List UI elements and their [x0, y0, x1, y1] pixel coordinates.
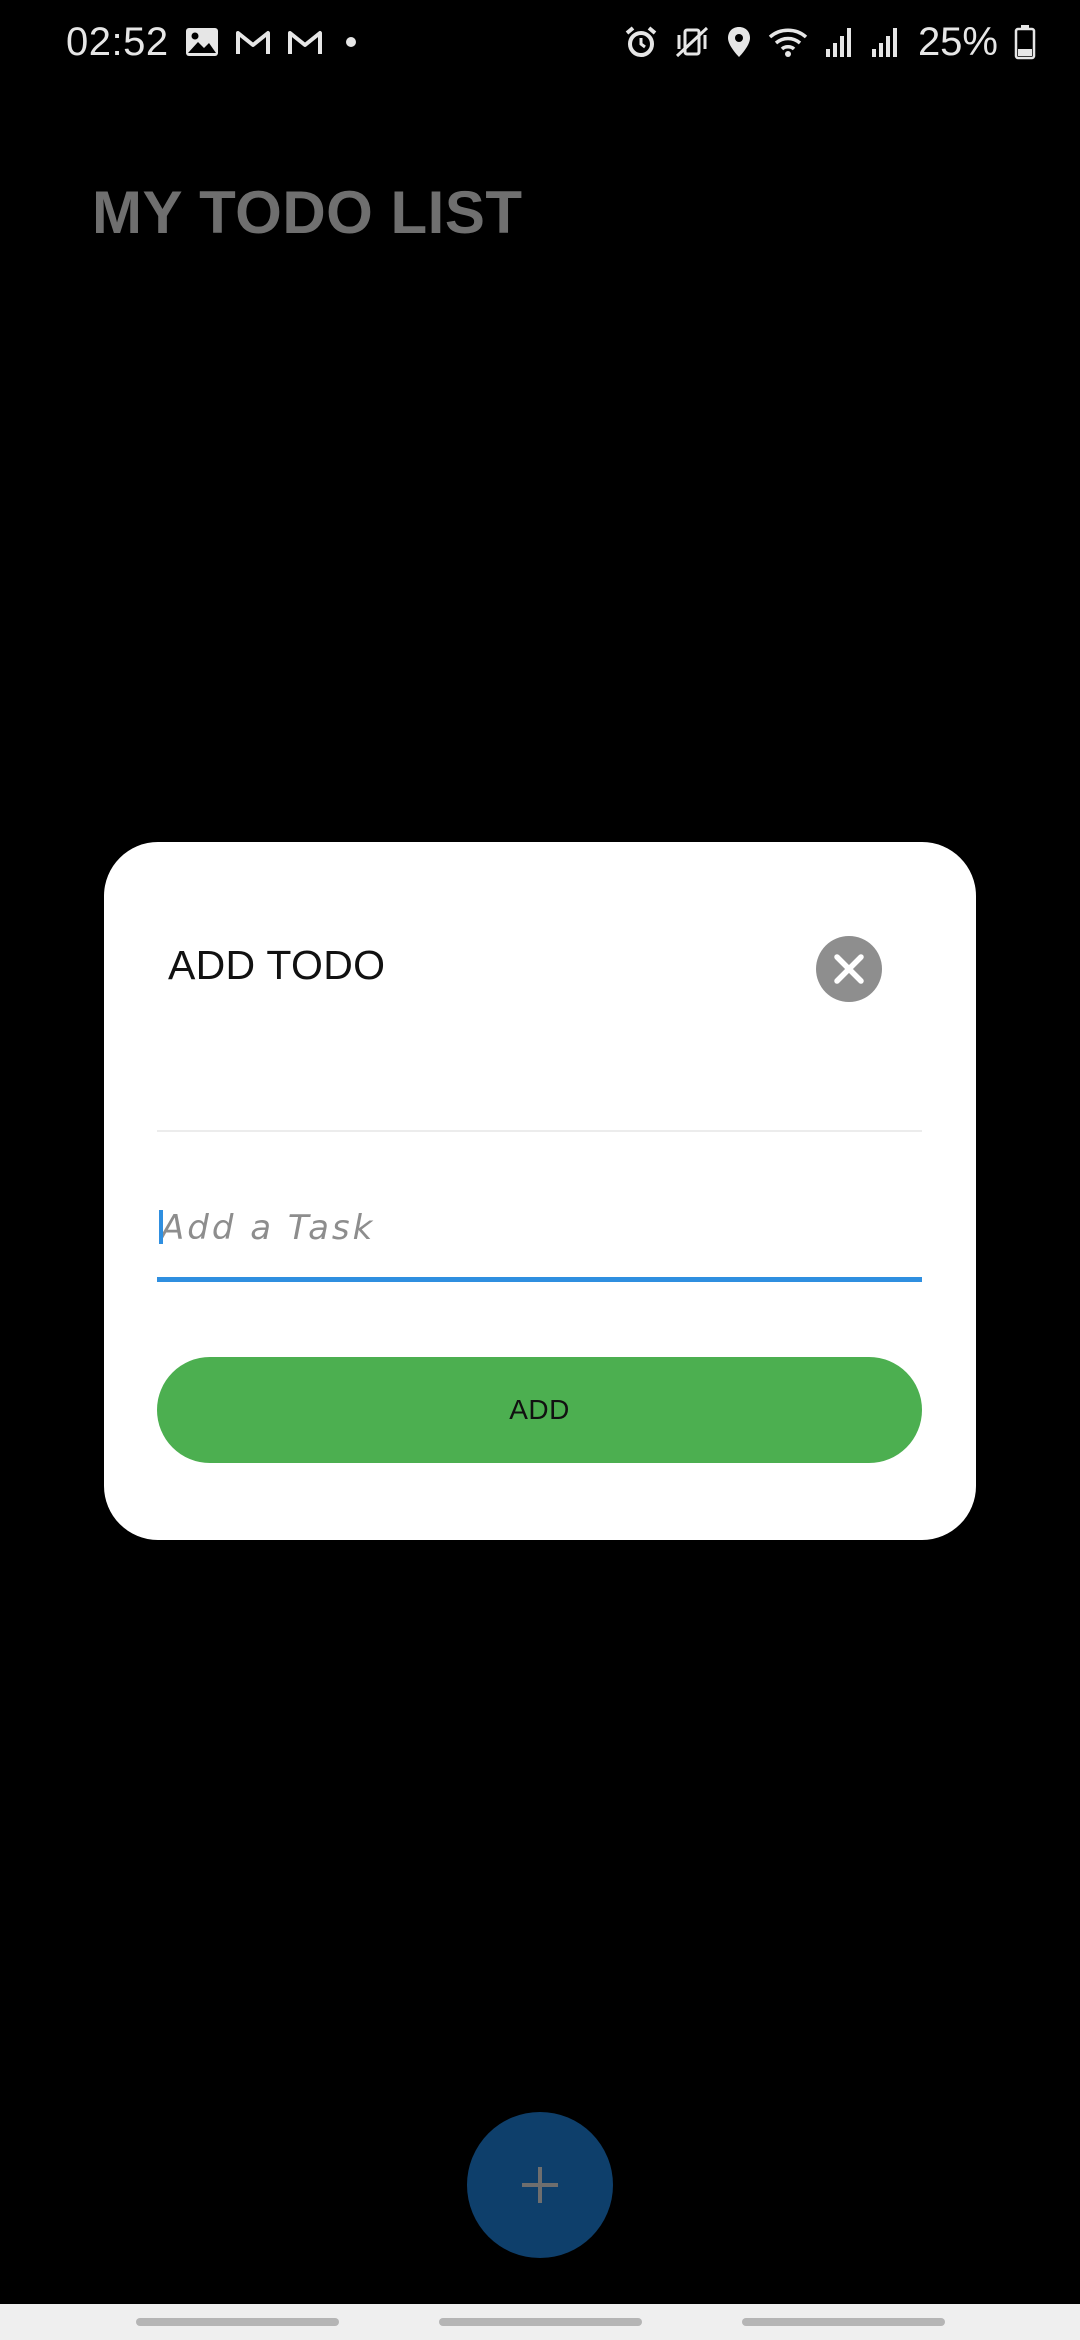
add-todo-dialog: ADD TODO ADD — [104, 842, 976, 1540]
status-bar: 02:52 25% — [0, 0, 1080, 84]
vibrate-icon — [674, 25, 710, 59]
signal-icon — [870, 25, 900, 59]
battery-percent: 25% — [917, 19, 998, 64]
close-icon — [832, 952, 866, 986]
status-left: 02:52 — [66, 20, 363, 65]
battery-icon — [1014, 24, 1036, 60]
task-input-field — [157, 1182, 922, 1282]
alarm-icon — [624, 25, 658, 59]
gmail-icon — [287, 28, 323, 56]
task-input[interactable] — [157, 1182, 922, 1274]
status-time: 02:52 — [66, 19, 169, 64]
navigation-bar — [0, 2304, 1080, 2340]
status-right: 25% — [624, 20, 1036, 65]
dot-icon — [339, 30, 363, 54]
add-todo-fab[interactable] — [467, 2112, 613, 2258]
location-icon — [726, 25, 752, 59]
text-cursor — [159, 1210, 163, 1244]
nav-home-handle[interactable] — [439, 2318, 642, 2326]
image-icon — [185, 27, 219, 57]
app-title: MY TODO LIST — [92, 179, 523, 246]
nav-recents-handle[interactable] — [136, 2318, 339, 2326]
wifi-icon — [768, 25, 808, 59]
nav-back-handle[interactable] — [742, 2318, 945, 2326]
divider — [157, 1130, 922, 1132]
plus-icon — [518, 2163, 562, 2207]
signal-icon — [824, 25, 854, 59]
screen: 02:52 25% MY TODO LIST ADD TODO Add a Ta… — [0, 0, 1080, 2340]
close-button[interactable] — [816, 936, 882, 1002]
add-button[interactable]: ADD — [157, 1357, 922, 1463]
dialog-title: ADD TODO — [168, 942, 386, 988]
gmail-icon — [235, 28, 271, 56]
